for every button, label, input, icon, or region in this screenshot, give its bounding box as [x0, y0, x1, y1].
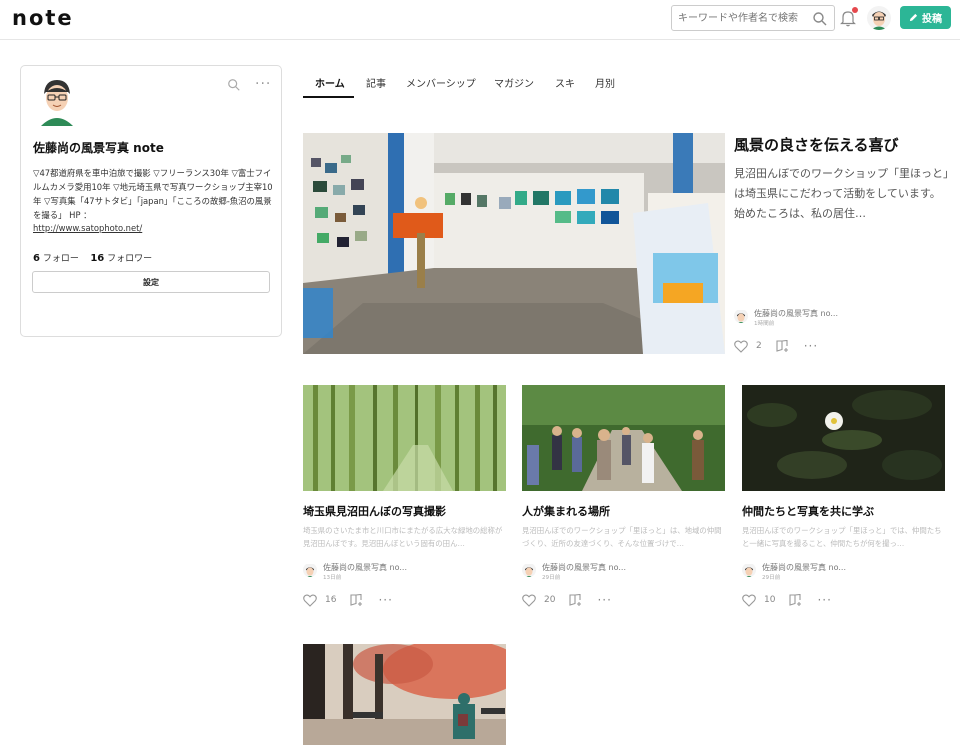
card-actions: 20 ···	[522, 593, 612, 607]
post-time: 13日前	[323, 575, 342, 581]
tab-monthly[interactable]: 月別	[595, 75, 615, 90]
more-icon[interactable]: ···	[597, 593, 611, 607]
tab-magazine[interactable]: マガジン	[494, 75, 534, 90]
card-author[interactable]: 佐藤尚の風景写真 no... 13日前	[303, 563, 407, 583]
follow-stats: 6 フォロー 16 フォロワー	[33, 251, 152, 264]
like-count: 16	[325, 595, 337, 605]
post-button[interactable]: 投稿	[900, 6, 951, 29]
search-icon[interactable]	[812, 11, 828, 27]
featured-author[interactable]: 佐藤尚の風景写真 no... 1時間前	[734, 309, 838, 329]
tab-bar: ホーム 記事 メンバーシップ マガジン スキ 月別	[303, 67, 723, 98]
author-avatar	[734, 309, 748, 323]
card-author[interactable]: 佐藤尚の風景写真 no... 29日前	[522, 563, 626, 583]
author-name: 佐藤尚の風景写真 no...	[542, 563, 626, 572]
magazine-add-icon[interactable]	[350, 594, 364, 606]
tab-likes[interactable]: スキ	[555, 75, 575, 90]
settings-button[interactable]: 設定	[32, 271, 270, 293]
profile-bio: ▽47都道府県を車中泊旅で撮影 ▽フリーランス30年 ▽富士フイルムカメラ愛用1…	[33, 168, 273, 220]
magazine-add-icon[interactable]	[789, 594, 803, 606]
card-title[interactable]: 人が集まれる場所	[522, 503, 732, 519]
note-logo[interactable]: note	[12, 6, 74, 30]
header: note 投稿	[0, 0, 960, 40]
featured-title[interactable]: 風景の良さを伝える喜び	[734, 134, 956, 155]
card-description[interactable]: 埼玉県のさいたま市と川口市にまたがる広大な緑地の総称が見沼田んぼです。見沼田んぼ…	[303, 524, 506, 550]
post-time: 29日前	[542, 575, 561, 581]
like-count: 2	[756, 341, 762, 351]
author-avatar	[303, 563, 317, 577]
author-avatar	[522, 563, 536, 577]
like-count: 10	[764, 595, 776, 605]
author-avatar	[742, 563, 756, 577]
followers-label[interactable]: フォロワー	[107, 254, 152, 264]
search-box[interactable]	[671, 5, 835, 31]
card-image-bamboo[interactable]	[303, 385, 506, 491]
tab-articles[interactable]: 記事	[366, 75, 386, 90]
author-name: 佐藤尚の風景写真 no...	[754, 309, 838, 318]
featured-actions: 2 ···	[734, 339, 818, 353]
post-time: 1時間前	[754, 321, 775, 327]
post-label: 投稿	[922, 14, 942, 25]
card-image-flower[interactable]	[742, 385, 945, 491]
profile-name[interactable]: 佐藤尚の風景写真 note	[33, 139, 164, 156]
heart-icon[interactable]	[303, 593, 317, 607]
more-icon[interactable]: ···	[817, 593, 831, 607]
heart-icon[interactable]	[742, 593, 756, 607]
card-actions: 16 ···	[303, 593, 393, 607]
card-description[interactable]: 見沼田んぼでのワークショップ「里ほっと」は、地域の仲間づくり、近所の友達づくり、…	[522, 524, 725, 550]
heart-icon[interactable]	[734, 339, 748, 353]
following-count[interactable]: 6	[33, 253, 40, 264]
following-label[interactable]: フォロー	[43, 254, 79, 264]
profile-search-icon[interactable]	[227, 78, 241, 92]
pen-icon	[909, 13, 918, 22]
author-name: 佐藤尚の風景写真 no...	[762, 563, 846, 572]
featured-description[interactable]: 見沼田んぼでのワークショップ「里ほっと」は埼玉県にこだわって活動をしています。始…	[734, 164, 949, 224]
card-image-people[interactable]	[522, 385, 725, 491]
search-input[interactable]	[678, 10, 806, 27]
tab-home[interactable]: ホーム	[315, 75, 345, 90]
active-tab-indicator	[303, 96, 354, 98]
more-icon[interactable]: ···	[378, 593, 392, 607]
more-icon[interactable]: ···	[255, 76, 271, 92]
card-actions: 10 ···	[742, 593, 832, 607]
featured-image[interactable]	[303, 133, 725, 354]
magazine-add-icon[interactable]	[776, 340, 790, 352]
profile-avatar	[37, 76, 77, 126]
user-avatar[interactable]	[867, 6, 891, 30]
profile-url[interactable]: http://www.satophoto.net/	[33, 223, 142, 233]
card-title[interactable]: 仲間たちと写真を共に学ぶ	[742, 503, 952, 519]
profile-card: ··· 佐藤尚の風景写真 note ▽47都道府県を車中泊旅で撮影 ▽フリーラン…	[20, 65, 282, 337]
notification-badge	[852, 7, 858, 13]
card-image-autumn[interactable]	[303, 644, 506, 745]
more-icon[interactable]: ···	[804, 339, 818, 353]
magazine-add-icon[interactable]	[569, 594, 583, 606]
followers-count[interactable]: 16	[90, 253, 104, 264]
post-time: 29日前	[762, 575, 781, 581]
like-count: 20	[544, 595, 556, 605]
card-author[interactable]: 佐藤尚の風景写真 no... 29日前	[742, 563, 846, 583]
tab-membership[interactable]: メンバーシップ	[406, 75, 476, 90]
heart-icon[interactable]	[522, 593, 536, 607]
card-title[interactable]: 埼玉県見沼田んぼの写真撮影	[303, 503, 513, 519]
author-name: 佐藤尚の風景写真 no...	[323, 563, 407, 572]
card-description[interactable]: 見沼田んぼでのワークショップ「里ほっと」では、仲間たちと一緒に写真を撮ること、仲…	[742, 524, 945, 550]
